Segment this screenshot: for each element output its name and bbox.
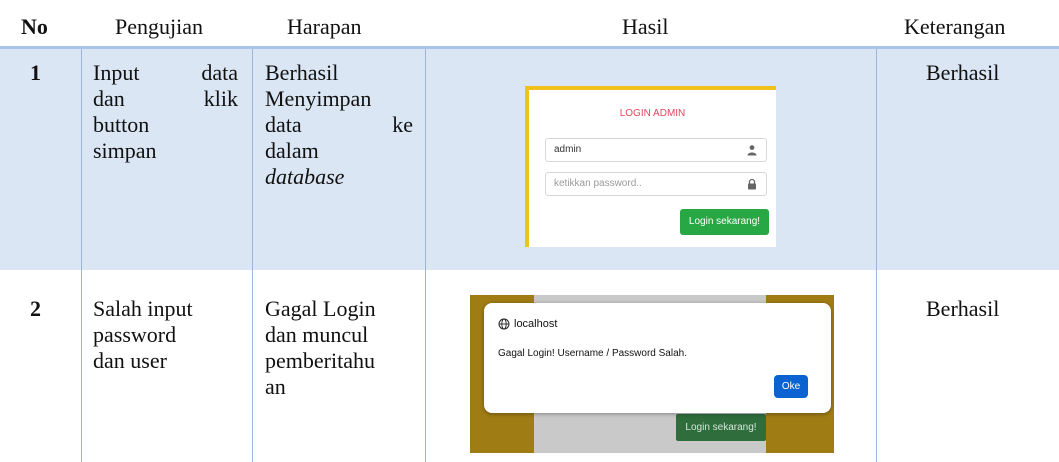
row-1-no: 1 <box>30 60 41 85</box>
header-pengujian: Pengujian <box>115 14 203 39</box>
row-2-pengujian: Salah input password dan user <box>93 296 193 373</box>
user-icon <box>747 145 757 156</box>
login-button[interactable]: Login sekarang! <box>680 209 769 235</box>
header-harapan: Harapan <box>287 14 362 39</box>
dialog-message: Gagal Login! Username / Password Salah. <box>498 348 687 359</box>
row-2-keterangan: Berhasil <box>926 296 1000 321</box>
column-divider <box>425 49 426 462</box>
ok-button[interactable]: Oke <box>774 375 808 398</box>
header-keterangan: Keterangan <box>904 14 1006 39</box>
row-2-no: 2 <box>30 296 41 321</box>
login-admin-screenshot: LOGIN ADMIN admin ketikkan password.. Lo… <box>525 86 776 247</box>
row-1-harapan: Berhasil Menyimpan data ke dalam databas… <box>265 60 413 189</box>
row-1-keterangan: Berhasil <box>926 60 1000 85</box>
background-login-button: Login sekarang! <box>676 414 766 441</box>
lock-icon <box>748 178 756 190</box>
dialog-host: localhost <box>514 318 558 330</box>
column-divider <box>81 49 82 462</box>
alert-dialog: localhost Gagal Login! Username / Passwo… <box>484 303 831 413</box>
row-1-pengujian: Input data dan klik button simpan <box>93 60 238 163</box>
username-field[interactable]: admin <box>545 138 767 162</box>
globe-icon <box>498 318 510 330</box>
column-divider <box>252 49 253 462</box>
header-no: No <box>21 14 48 39</box>
header-hasil: Hasil <box>622 14 669 39</box>
login-title: LOGIN ADMIN <box>619 108 686 119</box>
row-2-harapan: Gagal Login dan muncul pemberitahu an <box>265 296 376 399</box>
password-field[interactable]: ketikkan password.. <box>545 172 767 196</box>
dialog-header: localhost <box>498 318 557 330</box>
column-divider <box>876 49 877 462</box>
